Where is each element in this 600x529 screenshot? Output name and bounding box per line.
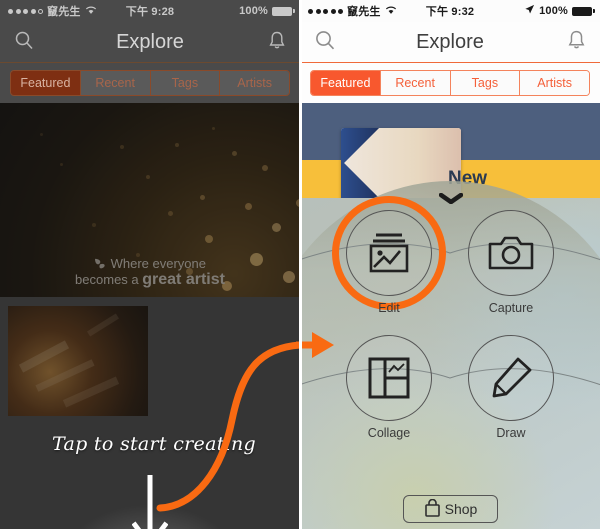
tab-recent[interactable]: Recent (380, 71, 451, 95)
shop-button-label: Shop (444, 501, 478, 517)
right-nav-bar: Explore (300, 22, 600, 63)
menu-node-collage[interactable] (346, 335, 432, 421)
menu-node-capture[interactable] (468, 210, 554, 296)
radial-menu-spokes (300, 243, 600, 386)
wifi-icon (85, 4, 97, 18)
pencil-icon (492, 357, 532, 398)
menu-label-capture: Capture (488, 301, 534, 315)
carrier-label: 竄先生 (47, 6, 81, 18)
signal-strength-icon (308, 8, 343, 14)
hero-caption-line1: Where everyone (0, 256, 300, 271)
left-nav-bar: Explore (0, 22, 300, 63)
tab-featured[interactable]: Featured (311, 71, 381, 95)
bell-icon[interactable] (268, 30, 286, 55)
create-menu-overlay: New Edit Capture Collage Draw Shop (300, 103, 600, 529)
page-indicator-arc-icon (439, 193, 463, 204)
right-status-left: 竄先生 (308, 3, 397, 19)
battery-full-icon (272, 6, 295, 16)
screenshot-stage: 竄先生 下午 9:28 100% Explore Featured Recent… (0, 0, 600, 529)
tab-recent[interactable]: Recent (80, 71, 151, 95)
tap-to-start-annotation: Tap to start creating (52, 433, 257, 455)
feed-thumbnail[interactable] (8, 306, 148, 416)
right-status-bar: 竄先生 下午 9:32 100% (300, 0, 600, 22)
search-icon[interactable] (14, 30, 34, 55)
menu-label-edit: Edit (378, 301, 400, 315)
down-arrow-icon (131, 475, 169, 529)
wifi-icon (385, 4, 397, 18)
panel-divider (299, 0, 302, 529)
page-title: Explore (416, 30, 484, 53)
menu-label-collage: Collage (367, 426, 411, 440)
left-segmented-control: Featured Recent Tags Artists (10, 70, 290, 96)
carrier-label: 竄先生 (347, 6, 381, 18)
hero-line2-strong: great artist (142, 271, 225, 288)
hero-caption-line2: becomes a great artist (0, 271, 300, 289)
tab-featured[interactable]: Featured (11, 71, 81, 95)
camera-icon (488, 236, 534, 270)
collage-grid-icon (368, 357, 410, 399)
hero-caption: Where everyone becomes a great artist (0, 256, 300, 289)
page-title: Explore (116, 30, 184, 53)
menu-label-draw: Draw (496, 426, 526, 440)
tab-artists[interactable]: Artists (520, 71, 589, 95)
left-tabs-container: Featured Recent Tags Artists (0, 63, 300, 103)
left-status-bar: 竄先生 下午 9:28 100% (0, 0, 300, 22)
tab-artists[interactable]: Artists (220, 71, 289, 95)
signal-strength-icon (8, 8, 43, 14)
hero-bokeh-image[interactable]: Where everyone becomes a great artist (0, 103, 300, 297)
tab-tags[interactable]: Tags (150, 71, 221, 95)
left-status-right: 100% (239, 5, 295, 17)
shop-button[interactable]: Shop (403, 495, 498, 523)
right-phone-screen: 竄先生 下午 9:32 100% Explore Featured Recent… (300, 0, 600, 529)
left-status-left: 竄先生 (8, 3, 97, 19)
leaf-logo-icon (94, 256, 111, 271)
left-phone-screen: 竄先生 下午 9:28 100% Explore Featured Recent… (0, 0, 300, 529)
right-tabs-container: Featured Recent Tags Artists (300, 63, 600, 103)
tab-tags[interactable]: Tags (450, 71, 521, 95)
shopping-bag-icon (424, 498, 441, 520)
battery-percent-label: 100% (239, 5, 268, 17)
location-arrow-icon (524, 4, 535, 18)
right-segmented-control: Featured Recent Tags Artists (310, 70, 590, 96)
left-content-body: Where everyone becomes a great artist Ta… (0, 103, 300, 529)
hero-line2-prefix: becomes a (75, 272, 143, 287)
right-status-right: 100% (524, 4, 595, 18)
battery-full-icon (572, 6, 595, 16)
search-icon[interactable] (314, 29, 336, 56)
bell-icon[interactable] (567, 29, 586, 55)
battery-percent-label: 100% (539, 5, 568, 17)
menu-node-draw[interactable] (468, 335, 554, 421)
edit-highlight-ring (332, 196, 446, 310)
hero-line1-text: Where everyone (110, 256, 206, 271)
